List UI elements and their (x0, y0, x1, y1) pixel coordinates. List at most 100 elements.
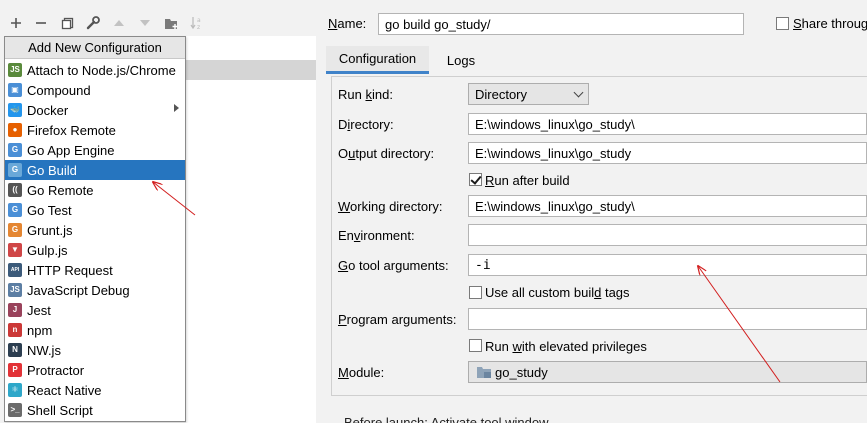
share-vcs-checkbox[interactable] (776, 17, 789, 30)
npm-icon: n (8, 323, 22, 337)
menu-item-label: Grunt.js (27, 223, 73, 238)
use-custom-build-tags-label[interactable]: Use all custom build tags (485, 285, 630, 300)
go-remote-icon: (( (8, 183, 22, 197)
menu-item-label: Firefox Remote (27, 123, 116, 138)
menu-item-label: NW.js (27, 343, 61, 358)
arrow-down-icon[interactable] (134, 10, 156, 36)
go-build-icon: G (8, 163, 22, 177)
menu-item-docker[interactable]: 🐳 Docker (5, 100, 185, 120)
menu-item-label: JavaScript Debug (27, 283, 130, 298)
run-elevated-checkbox[interactable] (469, 339, 482, 352)
menu-item-react-native[interactable]: ⚛ React Native (5, 380, 185, 400)
configurations-tree-selected-row[interactable] (186, 60, 316, 80)
run-kind-label: Run kind: (338, 87, 393, 102)
menu-item-label: Go Remote (27, 183, 94, 198)
new-folder-icon[interactable] (160, 10, 182, 36)
javascript-debug-icon: JS (8, 283, 22, 297)
menu-item-label: Go Test (27, 203, 72, 218)
menu-item-label: Go Build (27, 163, 77, 178)
menu-item-nw-js[interactable]: N NW.js (5, 340, 185, 360)
name-field[interactable]: go build go_study/ (378, 13, 744, 35)
menu-item-http-request[interactable]: API HTTP Request (5, 260, 185, 280)
menu-item-label: Gulp.js (27, 243, 68, 258)
before-launch-label: Before launch: Activate tool window (344, 415, 549, 423)
docker-icon: 🐳 (8, 103, 22, 117)
nwjs-icon: N (8, 343, 22, 357)
menu-item-label: Go App Engine (27, 143, 115, 158)
submenu-arrow-icon (174, 104, 179, 112)
menu-item-label: React Native (27, 383, 102, 398)
module-folder-icon (476, 366, 492, 382)
wrench-icon[interactable] (82, 10, 104, 36)
module-label: Module: (338, 365, 385, 380)
go-tool-arguments-field[interactable]: -i (468, 254, 867, 276)
configurations-tree[interactable] (186, 36, 316, 423)
tab-logs[interactable]: Logs (436, 46, 486, 74)
tab-bar: Configuration Logs (326, 46, 867, 74)
menu-item-compound[interactable]: ▣ Compound (5, 80, 185, 100)
menu-item-go-remote[interactable]: (( Go Remote (5, 180, 185, 200)
menu-item-attach-to-node-js-chrome[interactable]: JS Attach to Node.js/Chrome (5, 60, 185, 80)
popup-title: Add New Configuration (5, 37, 185, 59)
menu-item-jest[interactable]: J Jest (5, 300, 185, 320)
sort-alpha-icon[interactable]: az (186, 10, 208, 36)
menu-item-label: Docker (27, 103, 69, 118)
add-new-configuration-popup: Add New Configuration JS Attach to Node.j… (4, 36, 186, 422)
menu-item-grunt-js[interactable]: G Grunt.js (5, 220, 185, 240)
run-elevated-label[interactable]: Run with elevated privileges (485, 339, 647, 354)
run-kind-dropdown[interactable]: Directory (468, 83, 589, 105)
menu-item-label: Compound (27, 83, 91, 98)
nodejs-attach-icon: JS (8, 63, 22, 77)
program-arguments-label: Program arguments: (338, 312, 457, 327)
grunt-icon: G (8, 223, 22, 237)
share-vcs-label[interactable]: Share through VCS (793, 16, 867, 31)
module-value: go_study (495, 365, 548, 380)
name-label: Name: (328, 16, 367, 31)
menu-item-go-build[interactable]: G Go Build (5, 160, 185, 180)
environment-field[interactable] (468, 224, 867, 246)
output-directory-field[interactable]: E:\windows_linux\go_study (468, 142, 867, 164)
run-after-build-label[interactable]: Run after build (485, 173, 570, 188)
menu-item-label: npm (27, 323, 53, 338)
go-app-engine-icon: G (8, 143, 22, 157)
output-directory-label: Output directory: (338, 146, 435, 161)
svg-text:a: a (197, 17, 201, 24)
working-directory-field[interactable]: E:\windows_linux\go_study\ (468, 195, 867, 217)
menu-item-npm[interactable]: n npm (5, 320, 185, 340)
menu-item-shell-script[interactable]: >_ Shell Script (5, 400, 185, 420)
program-arguments-field[interactable] (468, 308, 867, 330)
protractor-icon: P (8, 363, 22, 377)
menu-item-protractor[interactable]: P Protractor (5, 360, 185, 380)
menu-item-go-app-engine[interactable]: G Go App Engine (5, 140, 185, 160)
compound-icon: ▣ (8, 83, 22, 97)
directory-field[interactable]: E:\windows_linux\go_study\ (468, 113, 867, 135)
menu-item-label: HTTP Request (27, 263, 113, 278)
menu-item-go-test[interactable]: G Go Test (5, 200, 185, 220)
plus-icon[interactable] (5, 10, 27, 36)
go-tool-arguments-label: Go tool arguments: (338, 258, 449, 273)
http-api-icon: API (8, 263, 22, 277)
environment-label: Environment: (338, 228, 415, 243)
menu-item-label: Jest (27, 303, 51, 318)
menu-item-label: Shell Script (27, 403, 93, 418)
use-custom-build-tags-checkbox[interactable] (469, 286, 482, 299)
menu-item-gulp-js[interactable]: ▼ Gulp.js (5, 240, 185, 260)
directory-label: Directory: (338, 117, 394, 132)
menu-item-javascript-debug[interactable]: JS JavaScript Debug (5, 280, 185, 300)
svg-text:z: z (197, 24, 200, 30)
menu-item-firefox-remote[interactable]: ● Firefox Remote (5, 120, 185, 140)
configurations-toolbar: az (0, 10, 201, 36)
run-after-build-checkbox[interactable] (469, 173, 482, 186)
menu-item-label: Protractor (27, 363, 85, 378)
menu-item-label: Attach to Node.js/Chrome (27, 63, 176, 78)
tab-configuration[interactable]: Configuration (326, 46, 429, 74)
arrow-up-icon[interactable] (108, 10, 130, 36)
run-kind-value: Directory (475, 87, 528, 102)
minus-icon[interactable] (30, 10, 52, 36)
copy-icon[interactable] (56, 10, 78, 36)
firefox-icon: ● (8, 123, 22, 137)
react-icon: ⚛ (8, 383, 22, 397)
module-dropdown[interactable]: go_study (468, 361, 867, 383)
jest-icon: J (8, 303, 22, 317)
shell-script-icon: >_ (8, 403, 22, 417)
